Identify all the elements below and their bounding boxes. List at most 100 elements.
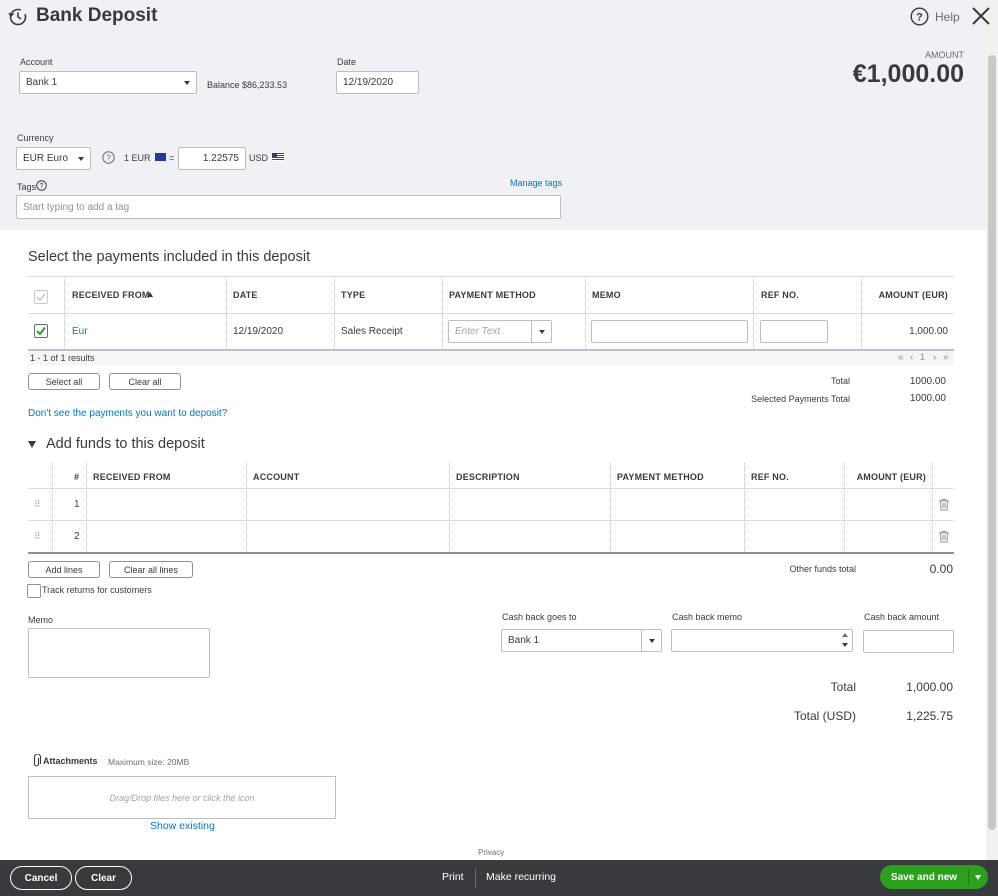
memo-textarea[interactable]: [28, 628, 210, 678]
print-button[interactable]: Print: [442, 871, 464, 883]
account-value: Bank 1: [26, 77, 58, 88]
memo-label: Memo: [28, 615, 54, 625]
cash-back-account-select[interactable]: Bank 1: [501, 629, 662, 652]
amount-label: AMOUNT: [925, 50, 964, 60]
save-options-dropdown[interactable]: [969, 865, 988, 889]
cash-back-memo-input[interactable]: [671, 629, 853, 652]
divider: [442, 276, 443, 349]
collapse-triangle-icon[interactable]: [28, 441, 36, 448]
col-payment-method[interactable]: PAYMENT METHOD: [449, 290, 536, 300]
history-icon[interactable]: [8, 7, 28, 27]
rate-equals: =: [169, 153, 175, 163]
svg-text:?: ?: [916, 12, 923, 24]
col-memo[interactable]: MEMO: [592, 290, 621, 300]
help-label[interactable]: Help: [935, 10, 960, 24]
cash-back-amount-input[interactable]: [863, 630, 954, 653]
cancel-button[interactable]: Cancel: [10, 866, 72, 890]
drag-handle-icon[interactable]: ⠿: [34, 531, 41, 542]
missing-payments-link[interactable]: Don't see the payments you want to depos…: [28, 408, 227, 419]
clear-all-lines-button[interactable]: Clear all lines: [109, 561, 193, 578]
clear-all-button[interactable]: Clear all: [109, 373, 181, 390]
divider: [531, 321, 532, 342]
attachment-dropzone[interactable]: Drag/Drop files here or click the icon: [28, 776, 336, 819]
payment-method-placeholder: Enter Text: [455, 326, 501, 337]
sort-asc-icon[interactable]: [147, 292, 153, 297]
col-amount[interactable]: AMOUNT (EUR): [879, 290, 948, 300]
clear-button[interactable]: Clear: [75, 866, 132, 890]
divider: [28, 552, 954, 554]
save-and-new-button[interactable]: Save and new: [880, 865, 968, 889]
divider: [28, 313, 954, 314]
currency-help-icon[interactable]: ?: [102, 151, 115, 164]
divider: [449, 463, 450, 552]
total-label: Total: [830, 680, 856, 694]
help-icon[interactable]: ?: [910, 7, 929, 26]
make-recurring-button[interactable]: Make recurring: [486, 871, 556, 883]
privacy-link[interactable]: Privacy: [478, 848, 504, 857]
rate-suffix: USD: [249, 153, 269, 163]
col-funds-account: ACCOUNT: [253, 472, 300, 482]
add-lines-button[interactable]: Add lines: [28, 561, 100, 578]
payments-total-label: Total: [830, 376, 850, 386]
scrollbar-thumb[interactable]: [988, 55, 996, 830]
select-all-checkbox[interactable]: [34, 290, 48, 304]
col-line-number: #: [74, 472, 80, 482]
pager-last-icon[interactable]: »: [943, 352, 949, 363]
tags-label: Tags: [17, 182, 37, 192]
dropzone-text: Drag/Drop files here or click the icon: [109, 792, 255, 803]
pager-prev-icon[interactable]: ‹: [910, 352, 913, 363]
col-funds-description: DESCRIPTION: [456, 472, 520, 482]
pager-next-icon[interactable]: ›: [933, 352, 936, 363]
col-ref-no[interactable]: REF NO.: [761, 290, 799, 300]
svg-text:?: ?: [106, 154, 111, 163]
divider: [610, 463, 611, 552]
row-ref-input[interactable]: [760, 320, 828, 343]
row-received-from[interactable]: Eur: [72, 326, 88, 337]
results-text: 1 - 1 of 1 results: [30, 353, 95, 363]
show-existing-link[interactable]: Show existing: [150, 820, 215, 832]
col-funds-received-from: RECEIVED FROM: [93, 472, 171, 482]
payments-total-value: 1000.00: [909, 376, 946, 387]
col-type[interactable]: TYPE: [341, 290, 365, 300]
row-payment-method-select[interactable]: Enter Text: [448, 320, 552, 343]
cash-back-to-label: Cash back goes to: [502, 612, 577, 622]
row-checkbox[interactable]: [34, 324, 48, 338]
tags-input[interactable]: Start typing to add a tag: [16, 195, 561, 219]
divider: [932, 463, 933, 552]
tags-placeholder: Start typing to add a tag: [23, 201, 130, 213]
tags-help-icon[interactable]: ?: [36, 180, 47, 191]
scrollbar[interactable]: [986, 0, 998, 860]
select-all-button[interactable]: Select all: [28, 373, 100, 390]
manage-tags-link[interactable]: Manage tags: [510, 178, 562, 188]
cash-back-account-value: Bank 1: [508, 635, 540, 646]
exchange-rate-input[interactable]: 1.22575: [178, 147, 246, 170]
date-field[interactable]: 12/19/2020: [336, 71, 419, 94]
divider: [585, 276, 586, 349]
chevron-down-icon: [975, 875, 981, 880]
payments-section-title: Select the payments included in this dep…: [28, 249, 311, 265]
account-select[interactable]: Bank 1: [19, 71, 197, 94]
pager-first-icon[interactable]: «: [898, 352, 904, 363]
row-memo-input[interactable]: [591, 320, 748, 343]
divider: [475, 868, 476, 888]
col-date[interactable]: DATE: [233, 290, 258, 300]
col-received-from[interactable]: RECEIVED FROM: [72, 290, 150, 300]
currency-label: Currency: [17, 133, 54, 143]
funds-section-title[interactable]: Add funds to this deposit: [46, 436, 205, 452]
selected-total-label: Selected Payments Total: [751, 394, 850, 404]
chevron-down-icon: [649, 638, 655, 643]
paperclip-icon[interactable]: [31, 753, 42, 768]
chevron-down-icon: [539, 329, 545, 334]
chevron-down-icon: [184, 80, 190, 85]
amount-value: €1,000.00: [852, 60, 964, 88]
col-funds-amount: AMOUNT (EUR): [856, 472, 926, 482]
track-returns-checkbox[interactable]: [27, 584, 41, 598]
trash-icon[interactable]: [938, 530, 950, 543]
spin-up-icon[interactable]: [842, 633, 848, 637]
spin-down-icon[interactable]: [842, 643, 848, 647]
trash-icon[interactable]: [938, 498, 950, 511]
drag-handle-icon[interactable]: ⠿: [34, 499, 41, 510]
cash-back-amount-label: Cash back amount: [864, 612, 940, 622]
close-icon[interactable]: [971, 6, 991, 26]
currency-select[interactable]: EUR Euro: [16, 147, 91, 170]
